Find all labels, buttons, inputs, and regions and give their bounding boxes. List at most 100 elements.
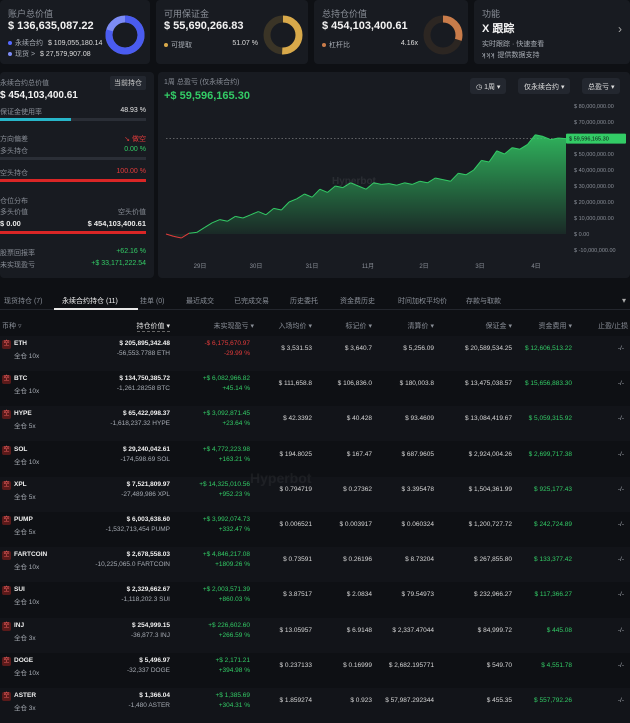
coin-symbol[interactable]: FARTCOIN: [14, 551, 47, 558]
tpsl-value[interactable]: -/-: [618, 345, 624, 352]
tpsl-value[interactable]: -/-: [618, 380, 624, 387]
card-sub-row[interactable]: 现货 > $ 27,579,907.08: [8, 49, 91, 59]
coin-symbol[interactable]: SOL: [14, 446, 27, 453]
tpsl-value[interactable]: -/-: [618, 662, 624, 669]
mark-price: $ 0.26196: [343, 556, 372, 563]
position-size: -1,118,202.3 SUI: [121, 596, 170, 603]
tab-item[interactable]: 历史委托: [290, 296, 318, 306]
margin-mode: 全仓 5x: [14, 494, 36, 501]
coin-symbol[interactable]: INJ: [14, 622, 24, 629]
margin-mode: 全仓 3x: [14, 635, 36, 642]
unrealized-pnl-pct: +266.59 %: [218, 632, 250, 639]
filter-icon[interactable]: ▾: [622, 296, 626, 305]
coin-symbol[interactable]: PUMP: [14, 516, 33, 523]
card-title: 总持仓价值: [322, 9, 368, 19]
col-liq-label: 清算价: [407, 323, 429, 330]
leverage-label: 杠杆比: [329, 42, 350, 49]
unrealized-pnl-pct: +45.14 %: [222, 385, 250, 392]
position-value: $ 1,366.04: [139, 692, 170, 699]
entry-price: $ 1.859274: [279, 697, 312, 704]
position-value: $ 5,496.97: [139, 657, 170, 664]
col-margin[interactable]: 保证金 ▾: [486, 321, 512, 331]
tab-item[interactable]: 存款与取款: [466, 296, 501, 306]
tab-item[interactable]: 时间加权平均价: [398, 296, 447, 306]
unrealized-pnl: +$ 2,003,571.39: [202, 586, 250, 593]
funding-amount: $ 15,656,883.30: [525, 380, 572, 387]
tpsl-value[interactable]: -/-: [618, 415, 624, 422]
table-row[interactable]: 空 FARTCOIN 全仓 10x $ 2,678,558.03 -10,225,065…: [0, 547, 630, 582]
table-row[interactable]: 空 XPL 全仓 5x $ 7,521,809.97 -27,489,986 XPL +$…: [0, 477, 630, 512]
tab-item[interactable]: 资金费历史: [340, 296, 375, 306]
col-coin[interactable]: 币种 ▿: [2, 321, 21, 331]
coin-symbol[interactable]: SUI: [14, 586, 25, 593]
table-row[interactable]: 空 ASTER 全仓 3x $ 1,366.04 -1,480 ASTER +$ 1,38…: [0, 688, 630, 723]
unrealized-pnl: +$ 4,772,223.98: [202, 446, 250, 453]
short-side-badge: 空: [2, 375, 11, 384]
upnl-label: 未实现盈亏: [0, 262, 35, 269]
coin-symbol[interactable]: ETH: [14, 340, 27, 347]
mark-price: $ 40.428: [346, 415, 372, 422]
y-tick-label: $ 80,000,000.00: [574, 104, 614, 110]
col-value[interactable]: 持仓价值 ▾: [136, 321, 170, 332]
y-tick-label: $ 70,000,000.00: [574, 120, 614, 126]
position-value: $ 6,003,638.60: [126, 516, 170, 523]
mark-price: $ 0.003917: [339, 521, 372, 528]
tab-item[interactable]: 挂单 (0): [140, 296, 165, 306]
card-title: 功能: [482, 9, 501, 19]
coin-symbol[interactable]: DOGE: [14, 657, 33, 664]
table-row[interactable]: 空 DOGE 全仓 10x $ 5,496.97 -32,337 DOGE +$ 2,17…: [0, 653, 630, 688]
col-entry[interactable]: 入场均价 ▾: [279, 321, 312, 331]
tab-item[interactable]: 现货持仓 (7): [4, 296, 43, 306]
leverage-value: 4.16x: [400, 40, 418, 47]
tab-item[interactable]: 永续合约持仓 (11): [62, 296, 118, 306]
distribution-bar: [0, 231, 146, 234]
coin-symbol[interactable]: BTC: [14, 375, 27, 382]
chevron-right-icon[interactable]: ›: [618, 22, 622, 36]
coin-symbol[interactable]: XPL: [14, 481, 27, 488]
card-feature-tracking[interactable]: 功能 X 跟踪 实时跟踪 · 快速查看 ʞʞʞ 提供数据支持 ›: [474, 0, 630, 64]
col-funding[interactable]: 资金费用 ▾: [539, 321, 572, 331]
col-liq[interactable]: 清算价 ▾: [408, 321, 434, 331]
spot-link[interactable]: 现货 >: [15, 51, 35, 58]
mark-price: $ 167.47: [346, 451, 372, 458]
trend-down-icon: ↘: [124, 136, 131, 143]
tpsl-value[interactable]: -/-: [618, 627, 624, 634]
table-row[interactable]: 空 PUMP 全仓 5x $ 6,003,638.60 -1,532,713,454 P…: [0, 512, 630, 547]
table-row[interactable]: 空 BTC 全仓 10x $ 134,750,385.72 -1,261.28258 B…: [0, 371, 630, 406]
funding-amount: $ 557,792.26: [534, 697, 572, 704]
legend-dot-icon: [322, 43, 326, 48]
tpsl-value[interactable]: -/-: [618, 486, 624, 493]
col-pnl-label: 未实现盈亏: [213, 323, 249, 330]
tpsl-value[interactable]: -/-: [618, 591, 624, 598]
col-mark[interactable]: 标记价 ▾: [346, 321, 372, 331]
tpsl-value[interactable]: -/-: [618, 556, 624, 563]
coin-symbol[interactable]: ASTER: [14, 692, 36, 699]
margin-amount: $ 20,589,534.25: [465, 345, 512, 352]
tab-item[interactable]: 最近成交: [186, 296, 214, 306]
short-side-badge: 空: [2, 586, 11, 595]
y-tick-label: $ 50,000,000.00: [574, 152, 614, 158]
tpsl-value[interactable]: -/-: [618, 697, 624, 704]
tpsl-value[interactable]: -/-: [618, 451, 624, 458]
table-row[interactable]: 空 ETH 全仓 10x $ 205,895,342.48 -56,553.7788 E…: [0, 336, 630, 371]
table-row[interactable]: 空 SOL 全仓 10x $ 29,240,042.61 -174,598.69 SOL…: [0, 442, 630, 477]
x-tick-label: 2日: [419, 263, 428, 270]
pnl-chart-panel: 1周 总盈亏 (仅永续合约) +$ 59,596,165.30 ◷ 1周 ▾ 仅…: [158, 72, 630, 278]
table-row[interactable]: 空 HYPE 全仓 5x $ 65,422,098.37 -1,618,237.32 H…: [0, 406, 630, 441]
margin-usage-fill: [0, 118, 72, 121]
tab-item[interactable]: 已完成交易: [234, 296, 269, 306]
position-value: $ 134,750,385.72: [119, 375, 170, 382]
liquidation-price: $ 3.395478: [401, 486, 434, 493]
table-row[interactable]: 空 SUI 全仓 10x $ 2,329,662.67 -1,118,202.3 SUI…: [0, 582, 630, 617]
card-position-value: 总持仓价值 $ 454,103,400.61 杠杆比 4.16x: [314, 0, 468, 64]
x-tracking-title[interactable]: X 跟踪: [482, 20, 514, 36]
direction-text: 做空: [132, 136, 146, 143]
tpsl-value[interactable]: -/-: [618, 521, 624, 528]
long-label: 多头持仓: [0, 148, 28, 155]
table-row[interactable]: 空 INJ 全仓 3x $ 254,999.15 -36,877.3 INJ +$ 226…: [0, 618, 630, 653]
col-pnl[interactable]: 未实现盈亏 ▾: [214, 321, 254, 331]
coin-symbol[interactable]: HYPE: [14, 410, 32, 417]
funding-amount: $ 2,699,717.38: [528, 451, 572, 458]
current-position-tag[interactable]: 当前持仓: [110, 76, 146, 90]
position-value: $ 254,999.15: [132, 622, 170, 629]
